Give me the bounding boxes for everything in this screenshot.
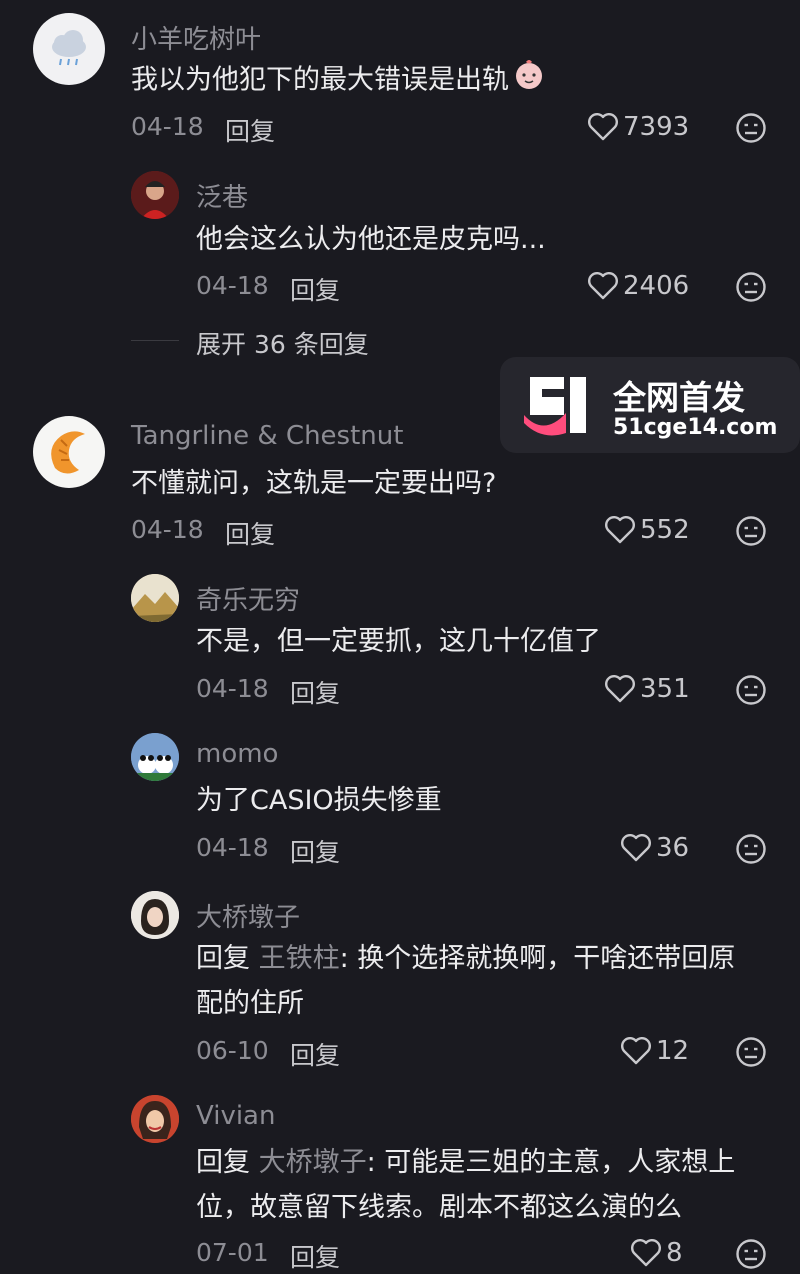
like-count: 7393 (623, 112, 690, 142)
comment-date: 04-18 (131, 112, 204, 141)
comment-text: 为了CASIO损失惨重 (196, 785, 442, 816)
comment-author[interactable]: 奇乐无穷 (196, 580, 300, 617)
watermark-title: 全网首发 (613, 378, 745, 417)
like-button[interactable]: 2406 (587, 271, 689, 301)
reply-target-user[interactable]: 王铁柱 (259, 943, 340, 974)
meh-face-icon[interactable] (735, 271, 767, 303)
like-button[interactable]: 351 (604, 674, 690, 704)
like-button[interactable]: 7393 (587, 112, 689, 142)
meh-face-icon[interactable] (735, 1036, 767, 1068)
comment-author[interactable]: 泛巷 (196, 177, 248, 214)
heart-icon (605, 675, 635, 703)
heart-icon (605, 516, 635, 544)
reply-button[interactable]: 回复 (225, 112, 275, 148)
comment-date: 06-10 (196, 1036, 269, 1065)
like-button[interactable]: 8 (630, 1238, 683, 1268)
like-count: 36 (656, 833, 690, 863)
meh-face-icon[interactable] (735, 112, 767, 144)
comment-date: 04-18 (131, 515, 204, 544)
reply-button[interactable]: 回复 (290, 833, 340, 869)
comment-date: 04-18 (196, 271, 269, 300)
avatar[interactable] (131, 574, 179, 622)
comment-body: 我以为他犯下的最大错误是出轨 (131, 64, 509, 96)
comment-body: : 换个选择就换啊，干啥还带回原 (339, 943, 736, 974)
reply-prefix: 回复 (196, 1147, 250, 1178)
avatar[interactable] (33, 13, 105, 85)
comment-author[interactable]: 大桥墩子 (196, 897, 300, 934)
heart-icon (621, 834, 651, 862)
comment-text: 不是，但一定要抓，这几十亿值了 (196, 626, 601, 657)
meh-face-icon[interactable] (735, 833, 767, 865)
like-button[interactable]: 552 (604, 515, 690, 545)
person-avatar-icon (131, 891, 179, 939)
reply-button[interactable]: 回复 (225, 515, 275, 551)
expand-replies-button[interactable]: 展开 36 条回复 (196, 325, 369, 361)
heart-icon (588, 113, 618, 141)
panda-avatar-icon (131, 733, 179, 781)
like-count: 2406 (623, 271, 690, 301)
comment-date: 04-18 (196, 674, 269, 703)
comment-text-continued: 位，故意留下线索。剧本不都这么演的么 (196, 1192, 682, 1223)
comment-body: : 可能是三姐的主意，人家想上 (366, 1147, 736, 1178)
watermark-url: 51cge14.com (613, 415, 778, 440)
like-count: 351 (640, 674, 690, 704)
avatar[interactable] (131, 1095, 179, 1143)
like-button[interactable]: 36 (620, 833, 689, 863)
reply-button[interactable]: 回复 (290, 674, 340, 710)
comment-author[interactable]: 小羊吃树叶 (131, 19, 261, 56)
meh-face-icon[interactable] (735, 674, 767, 706)
reply-button[interactable]: 回复 (290, 1238, 340, 1274)
baby-emoji-icon (512, 57, 546, 105)
comment-text: 回复 大桥墩子: 可能是三姐的主意，人家想上 (196, 1140, 735, 1185)
person-avatar-icon (131, 171, 179, 219)
heart-icon (631, 1239, 661, 1267)
heart-icon (588, 272, 618, 300)
reply-prefix: 回复 (196, 943, 250, 974)
comment-date: 07-01 (196, 1238, 269, 1267)
comment-author[interactable]: Vivian (196, 1101, 275, 1131)
avatar[interactable] (131, 891, 179, 939)
meh-face-icon[interactable] (735, 1238, 767, 1270)
like-button[interactable]: 12 (620, 1036, 689, 1066)
heart-icon (621, 1037, 651, 1065)
comment-text: 不懂就问，这轨是一定要出吗? (131, 468, 497, 499)
like-count: 552 (640, 515, 690, 545)
avatar[interactable] (131, 733, 179, 781)
landscape-avatar-icon (131, 574, 179, 622)
comment-text-continued: 配的住所 (196, 988, 304, 1019)
comment-text: 他会这么认为他还是皮克吗... (196, 224, 546, 255)
comment-text: 我以为他犯下的最大错误是出轨 (131, 57, 546, 105)
person-avatar-icon (131, 1095, 179, 1143)
avatar[interactable] (131, 171, 179, 219)
like-count: 8 (666, 1238, 683, 1268)
meh-face-icon[interactable] (735, 515, 767, 547)
site-logo-icon (524, 377, 586, 436)
reply-button[interactable]: 回复 (290, 1036, 340, 1072)
comment-text: 回复 王铁柱: 换个选择就换啊，干啥还带回原 (196, 936, 735, 981)
like-count: 12 (656, 1036, 690, 1066)
cloud-rain-icon (52, 30, 86, 66)
comment-author[interactable]: Tangrline & Chestnut (131, 421, 403, 451)
croissant-icon (51, 431, 85, 474)
comment-author[interactable]: momo (196, 739, 278, 769)
watermark-badge: 全网首发 51cge14.com (500, 357, 800, 453)
divider (131, 340, 179, 341)
comment-date: 04-18 (196, 833, 269, 862)
avatar[interactable] (33, 416, 105, 488)
reply-target-user[interactable]: 大桥墩子 (259, 1147, 367, 1178)
reply-button[interactable]: 回复 (290, 271, 340, 307)
